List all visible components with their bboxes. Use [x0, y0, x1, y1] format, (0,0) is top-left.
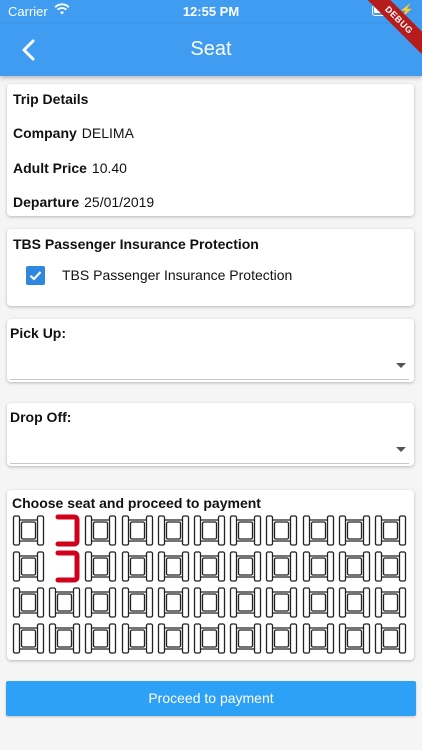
company-label: Company [13, 125, 77, 141]
pick-up-card: Pick Up: [7, 319, 414, 382]
company-row: Company DELIMA [13, 125, 134, 141]
seat[interactable] [229, 550, 262, 583]
seat[interactable] [265, 514, 298, 547]
seat[interactable] [302, 550, 335, 583]
adult-price-label: Adult Price [13, 160, 87, 176]
seat[interactable] [338, 622, 371, 655]
battery-icon [372, 5, 396, 16]
seat[interactable] [121, 622, 154, 655]
departure-value: 25/01/2019 [84, 194, 155, 210]
seat[interactable] [12, 586, 45, 619]
seat[interactable] [121, 514, 154, 547]
seat[interactable] [193, 550, 226, 583]
drop-off-card: Drop Off: [7, 403, 414, 466]
drop-off-dropdown[interactable] [10, 435, 409, 464]
status-bar: Carrier 12:55 PM ⚡ [0, 0, 422, 24]
seat[interactable] [193, 586, 226, 619]
seat[interactable] [374, 586, 407, 619]
seat[interactable] [193, 622, 226, 655]
seat[interactable] [374, 622, 407, 655]
departure-row: Departure 25/01/2019 [13, 194, 154, 210]
adult-price-value: 10.40 [91, 160, 127, 176]
insurance-checkbox-label[interactable]: TBS Passenger Insurance Protection [62, 267, 292, 283]
insurance-card: TBS Passenger Insurance Protection TBS P… [7, 229, 414, 306]
dropdown-arrow-icon [396, 363, 406, 368]
seat[interactable] [229, 622, 262, 655]
seat[interactable] [121, 586, 154, 619]
seat[interactable] [302, 514, 335, 547]
adult-price-row: Adult Price 10.40 [13, 160, 127, 176]
insurance-title: TBS Passenger Insurance Protection [13, 236, 259, 252]
seat[interactable] [12, 622, 45, 655]
charging-icon: ⚡ [399, 3, 414, 17]
departure-label: Departure [13, 194, 80, 210]
seat[interactable] [193, 514, 226, 547]
seat[interactable] [157, 586, 190, 619]
seat[interactable] [374, 550, 407, 583]
seat[interactable] [157, 514, 190, 547]
seat-selected[interactable] [48, 550, 81, 583]
seat[interactable] [48, 586, 81, 619]
dropdown-arrow-icon [396, 447, 406, 452]
proceed-to-payment-button[interactable]: Proceed to payment [6, 681, 416, 716]
insurance-checkbox[interactable] [26, 266, 45, 285]
seat[interactable] [12, 550, 45, 583]
seat[interactable] [12, 514, 45, 547]
trip-details-title: Trip Details [13, 91, 89, 107]
pick-up-dropdown[interactable] [10, 351, 409, 380]
seat[interactable] [48, 622, 81, 655]
clock: 12:55 PM [182, 4, 240, 19]
seat[interactable] [302, 586, 335, 619]
seat[interactable] [229, 586, 262, 619]
seat[interactable] [84, 586, 117, 619]
seat[interactable] [265, 586, 298, 619]
seat[interactable] [84, 514, 117, 547]
seat[interactable] [302, 622, 335, 655]
page-title: Seat [190, 38, 232, 60]
trip-details-card: Trip Details Company DELIMA Adult Price 10… [7, 84, 414, 216]
seat[interactable] [374, 514, 407, 547]
seat[interactable] [265, 550, 298, 583]
seat-selection-title: Choose seat and proceed to payment [12, 495, 261, 511]
seat[interactable] [338, 586, 371, 619]
seat[interactable] [229, 514, 262, 547]
seat[interactable] [157, 622, 190, 655]
seat[interactable] [338, 514, 371, 547]
seat[interactable] [84, 622, 117, 655]
drop-off-label: Drop Off: [10, 409, 72, 425]
seat-selected[interactable] [48, 514, 81, 547]
app-bar: Seat [0, 24, 422, 76]
pick-up-label: Pick Up: [10, 325, 67, 341]
company-value: DELIMA [81, 125, 134, 141]
seat[interactable] [121, 550, 154, 583]
seat[interactable] [157, 550, 190, 583]
checkmark-icon [29, 271, 42, 281]
seat[interactable] [84, 550, 117, 583]
seat[interactable] [265, 622, 298, 655]
seat-selection-card: Choose seat and proceed to payment [7, 490, 414, 660]
seat[interactable] [338, 550, 371, 583]
